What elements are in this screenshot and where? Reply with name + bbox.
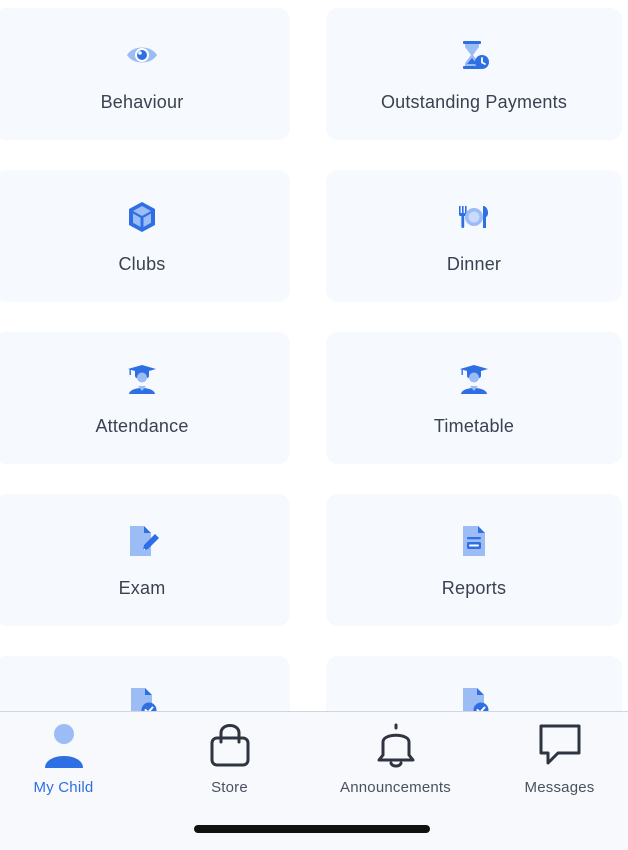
tile-reports[interactable]: Reports	[326, 494, 622, 626]
eye-icon	[125, 38, 159, 72]
tile-label: Timetable	[433, 416, 515, 436]
tile-document-check[interactable]	[326, 656, 622, 712]
document-check-icon	[457, 686, 491, 712]
document-pen-icon	[125, 524, 159, 558]
tab-label: My Child	[33, 779, 94, 796]
cube-icon	[125, 200, 159, 234]
tile-clubs[interactable]: Clubs	[0, 170, 290, 302]
tile-behaviour[interactable]: Behaviour	[0, 8, 290, 140]
feature-grid: Behaviour Outstanding Payments Clubs Din…	[0, 0, 628, 712]
bell-icon	[374, 722, 418, 768]
graduate-icon	[457, 362, 491, 396]
tile-label: Attendance	[95, 416, 189, 436]
tile-timetable[interactable]: Timetable	[326, 332, 622, 464]
tab-announcements[interactable]: Announcements	[317, 720, 474, 800]
tile-outstanding-payments[interactable]: Outstanding Payments	[326, 8, 622, 140]
tab-label: Announcements	[339, 779, 451, 796]
tile-label: Clubs	[118, 254, 166, 274]
chat-bubble-icon	[538, 722, 582, 768]
tile-document-check[interactable]	[0, 656, 290, 712]
tab-store[interactable]: Store	[151, 720, 308, 800]
bottom-tab-bar: My Child Store Announcements Messages	[0, 711, 628, 850]
tile-dinner[interactable]: Dinner	[326, 170, 622, 302]
tile-label: Exam	[118, 578, 166, 598]
tile-attendance[interactable]: Attendance	[0, 332, 290, 464]
tile-label: Dinner	[446, 254, 502, 274]
shopping-bag-icon	[208, 722, 252, 768]
cutlery-plate-icon	[457, 200, 491, 234]
graduate-icon	[125, 362, 159, 396]
tile-label: Reports	[441, 578, 507, 598]
document-check-icon	[125, 686, 159, 712]
tile-exam[interactable]: Exam	[0, 494, 290, 626]
tab-label: Messages	[524, 779, 595, 796]
home-indicator	[194, 825, 430, 833]
tab-messages[interactable]: Messages	[481, 720, 628, 800]
tab-label: Store	[211, 779, 248, 796]
tile-label: Outstanding Payments	[380, 92, 568, 112]
person-icon	[42, 722, 86, 768]
report-document-icon	[457, 524, 491, 558]
hourglass-clock-icon	[457, 38, 491, 72]
tile-label: Behaviour	[100, 92, 184, 112]
tab-my-child[interactable]: My Child	[0, 720, 142, 800]
app-screen: Behaviour Outstanding Payments Clubs Din…	[0, 0, 628, 850]
